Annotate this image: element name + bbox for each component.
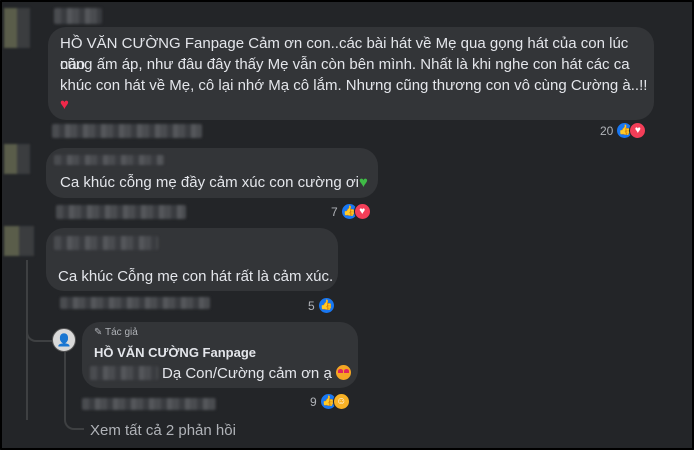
reply-text: Dạ Con/Cường cảm ơn ạ [162,363,362,384]
view-replies-link[interactable]: Xem tất cả 2 phản hồi [90,420,236,441]
reaction-count: 20 [600,123,614,138]
heart-eyes-emoji [335,365,351,380]
redacted-name [54,155,164,165]
redacted-actions [56,205,186,219]
reaction-summary[interactable]: 7 👍 ♥ [331,203,371,220]
reaction-summary[interactable]: 5 👍 [308,297,335,314]
comment-author[interactable]: HỒ VĂN CƯỜNG Fanpage [60,35,244,52]
reply-thread-line [64,352,66,414]
redacted-name [54,8,102,24]
comment-text-body: Ca khúc cỗng mẹ đầy cảm xúc con cường ơi [60,174,360,191]
love-icon: ♥ [629,122,647,139]
reaction-summary[interactable]: 9 👍 ☺ [310,393,350,410]
author-avatar[interactable]: 👤 [52,328,76,352]
comment-text: Ca khúc cỗng mẹ đầy cảm xúc con cường ơi… [60,172,380,193]
reaction-count: 7 [331,204,338,219]
love-icon: ♥ [353,203,371,220]
like-icon: 👍 [317,297,335,314]
redacted-actions [52,124,202,138]
care-icon: ☺ [332,393,350,410]
commenter-avatar[interactable] [4,226,34,256]
reaction-summary[interactable]: 20 👍 ♥ [600,122,647,139]
commenter-avatar[interactable] [4,8,30,48]
pencil-icon: ✎ [94,327,103,338]
view-replies-connector [64,410,84,430]
comment-text-line2: cũng ấm áp, như đâu đây thấy Mẹ vẫn còn … [60,56,630,73]
commenter-avatar[interactable] [4,144,30,174]
thread-connector [26,318,52,342]
redacted-mention [90,366,158,380]
redacted-name [54,236,158,250]
redacted-actions [60,297,210,309]
reaction-count: 5 [308,298,315,313]
reaction-count: 9 [310,394,317,409]
reply-author[interactable]: HỒ VĂN CƯỜNG Fanpage [94,344,256,362]
red-heart-emoji: ♥ [60,96,69,113]
thread-line [26,260,28,420]
author-badge-label: Tác giả [105,327,138,338]
green-heart-emoji: ♥ [359,174,368,191]
redacted-actions [82,398,216,410]
comment-text-line3: khúc con hát về Mẹ, cô lại nhớ Mạ cô lắm… [60,77,648,94]
comment-text: Ca khúc Cỗng mẹ con hát rất là cảm xúc. [58,268,334,285]
author-badge: ✎ Tác giả [94,326,138,340]
reply-text-body: Dạ Con/Cường cảm ơn ạ [162,365,332,382]
